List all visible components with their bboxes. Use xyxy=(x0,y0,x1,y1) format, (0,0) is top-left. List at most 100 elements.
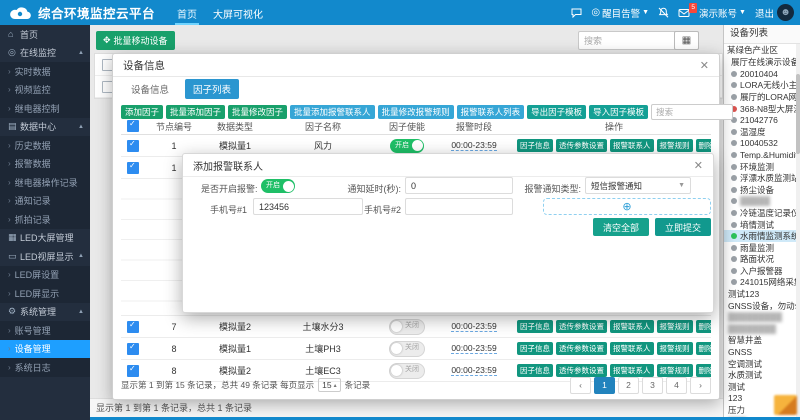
device-tree-item[interactable]: 扬尘设备 xyxy=(724,184,796,196)
prev-page-button[interactable]: ‹ xyxy=(570,377,591,394)
row-action-button[interactable]: 报警规则 xyxy=(657,320,693,333)
clear-all-button[interactable]: 清空全部 xyxy=(593,218,649,236)
floating-widget-icon[interactable] xyxy=(774,395,797,415)
factor-table-row[interactable]: 7模拟量2土壤水分3关闭00:00-23:59因子信息透传参数设置报警联系人报警… xyxy=(121,316,711,338)
sidebar-sub-item[interactable]: ›LED屏设置 xyxy=(0,266,90,285)
sidebar-sub-item[interactable]: ›账号管理 xyxy=(0,321,90,340)
alarm-period-link[interactable]: 00:00-23:59 xyxy=(451,321,496,332)
sidebar-sub-item[interactable]: ›通知记录 xyxy=(0,192,90,211)
factor-enable-toggle[interactable]: 开启 xyxy=(390,139,424,153)
row-action-button[interactable]: 删除因子 xyxy=(696,320,712,333)
sidebar-sub-item[interactable]: ›历史数据 xyxy=(0,136,90,155)
device-tree-item[interactable]: 20010404 xyxy=(724,68,796,80)
row-action-button[interactable]: 因子信息 xyxy=(517,342,553,355)
mute-bell-icon[interactable] xyxy=(658,7,669,18)
nav-tab-bigscreen[interactable]: 大屏可视化 xyxy=(205,1,271,25)
row-action-button[interactable]: 报警规则 xyxy=(657,139,693,152)
row-checkbox[interactable] xyxy=(127,343,139,355)
device-tree-item[interactable]: 水质测试 xyxy=(724,369,796,381)
device-tree-group[interactable]: 展厅在线演示设备（勿动 xyxy=(724,56,796,68)
sidebar-sub-item[interactable]: ›LED屏显示 xyxy=(0,284,90,303)
row-action-button[interactable]: 报警联系人 xyxy=(610,139,654,152)
messages-icon[interactable]: 5 xyxy=(678,8,690,18)
device-tree-item[interactable]: 水雨情监测系统 xyxy=(724,230,796,242)
sidebar-sub-item[interactable]: ›实时数据 xyxy=(0,62,90,81)
factor-enable-toggle[interactable]: 关闭 xyxy=(389,319,425,335)
account-dropdown[interactable]: 演示账号 ▼ xyxy=(699,6,746,20)
sidebar-group-item[interactable]: ◎在线监控▲ xyxy=(0,44,90,63)
sidebar-sub-item[interactable]: ›继电器操作记录 xyxy=(0,173,90,192)
row-action-button[interactable]: 报警联系人 xyxy=(610,342,654,355)
sidebar-sub-item[interactable]: ›系统日志 xyxy=(0,358,90,377)
device-tree-item[interactable]: 21042776 xyxy=(724,114,796,126)
row-action-button[interactable]: 因子信息 xyxy=(517,139,553,152)
select-all-checkbox[interactable] xyxy=(127,120,139,132)
notify-delay-input[interactable] xyxy=(405,177,513,194)
device-tree-item[interactable]: 测试 xyxy=(724,381,796,393)
sidebar-sub-item[interactable]: ›抓拍记录 xyxy=(0,210,90,229)
device-tree-item[interactable]: 展厅的LORA网关 xyxy=(724,91,796,103)
device-tree-item[interactable]: 10040532 xyxy=(724,138,796,150)
device-tree-item[interactable]: 241015网络采集器-5 xyxy=(724,277,796,289)
close-icon[interactable]: ✕ xyxy=(694,159,703,172)
enable-alarm-toggle[interactable]: 开启 xyxy=(261,179,295,193)
sidebar-group-item[interactable]: ▦LED大屏管理 xyxy=(0,229,90,248)
feedback-icon[interactable] xyxy=(571,8,582,18)
device-panel-scrollbar[interactable] xyxy=(796,44,800,417)
row-action-button[interactable]: 透传参数设置 xyxy=(556,320,607,333)
sidebar-sub-item[interactable]: ›继电器控制 xyxy=(0,99,90,118)
factor-enable-toggle[interactable]: 关闭 xyxy=(389,341,425,357)
submit-button[interactable]: 立即提交 xyxy=(655,218,711,236)
page-button[interactable]: 3 xyxy=(642,377,663,394)
alarm-dropdown[interactable]: ◎ 醒目告警 ▼ xyxy=(591,6,649,20)
device-tree-item[interactable]: 温湿度 xyxy=(724,126,796,138)
device-tree-item[interactable]: 智慧井盖 xyxy=(724,335,796,347)
device-tree-item[interactable]: Temp.&Humidity xyxy=(724,149,796,161)
row-action-button[interactable]: 透传参数设置 xyxy=(556,139,607,152)
device-tree-item[interactable]: 雨量监测 xyxy=(724,242,796,254)
nav-tab-home[interactable]: 首页 xyxy=(169,1,205,25)
device-tree-item[interactable]: LORA无线小主机 xyxy=(724,80,796,92)
tab-factor-list[interactable]: 因子列表 xyxy=(185,79,239,99)
sidebar-group-item[interactable]: ⌂首页 xyxy=(0,25,90,44)
row-action-button[interactable]: 因子信息 xyxy=(517,320,553,333)
device-tree-item[interactable]: 墒情测试 xyxy=(724,219,796,231)
sidebar-group-item[interactable]: ▭LED视屏显示▲ xyxy=(0,247,90,266)
sidebar-group-item[interactable]: ⚙系统管理▲ xyxy=(0,303,90,322)
tab-device-info[interactable]: 设备信息 xyxy=(123,79,177,99)
alarm-period-link[interactable]: 00:00-23:59 xyxy=(451,343,496,354)
next-page-button[interactable]: › xyxy=(690,377,711,394)
logout-button[interactable]: 退出 xyxy=(755,6,774,20)
alarm-type-select[interactable]: 短信报警通知 ▼ xyxy=(585,177,691,194)
row-action-button[interactable]: 删除因子 xyxy=(696,342,712,355)
device-tree-item[interactable]: 测试123 xyxy=(724,288,796,300)
device-tree-root[interactable]: 某绿色产业区 xyxy=(724,44,796,56)
row-action-button[interactable]: 透传参数设置 xyxy=(556,342,607,355)
device-search-input[interactable] xyxy=(578,31,678,50)
phone2-input[interactable] xyxy=(405,198,513,215)
device-tree-item[interactable]: █████████ xyxy=(724,311,796,323)
device-tree-item[interactable]: GNSS设备，勿动勿改 xyxy=(724,300,796,312)
page-button[interactable]: 4 xyxy=(666,377,687,394)
batch-move-devices-button[interactable]: ✥ 批量移动设备 xyxy=(96,31,175,50)
row-checkbox[interactable] xyxy=(127,321,139,333)
close-icon[interactable]: ✕ xyxy=(700,59,709,72)
sidebar-group-item[interactable]: ▤数据中心▲ xyxy=(0,118,90,137)
page-size-select[interactable]: 15 ▴ xyxy=(318,378,340,392)
device-tree-item[interactable]: ████████ xyxy=(724,323,796,335)
row-action-button[interactable]: 报警联系人 xyxy=(610,320,654,333)
page-button[interactable]: 2 xyxy=(618,377,639,394)
row-action-button[interactable]: 报警规则 xyxy=(657,342,693,355)
sidebar-sub-item[interactable]: ›报警数据 xyxy=(0,155,90,174)
row-checkbox[interactable] xyxy=(127,162,139,174)
sidebar-sub-item[interactable]: ›设备管理 xyxy=(0,340,90,359)
device-tree-item[interactable]: 空调测试 xyxy=(724,358,796,370)
columns-toggle-button[interactable]: ▦ xyxy=(674,31,699,50)
device-tree-item[interactable]: 浮漂水质监测站 xyxy=(724,172,796,184)
row-checkbox[interactable] xyxy=(127,140,139,152)
device-tree-item[interactable]: 路面状况 xyxy=(724,254,796,266)
device-tree-item[interactable]: 入户报警器 xyxy=(724,265,796,277)
factor-table-row[interactable]: 8模拟量1土壤PH3关闭00:00-23:59因子信息透传参数设置报警联系人报警… xyxy=(121,338,711,360)
alarm-period-link[interactable]: 00:00-23:59 xyxy=(451,140,496,151)
avatar[interactable]: ☻ xyxy=(777,4,794,21)
